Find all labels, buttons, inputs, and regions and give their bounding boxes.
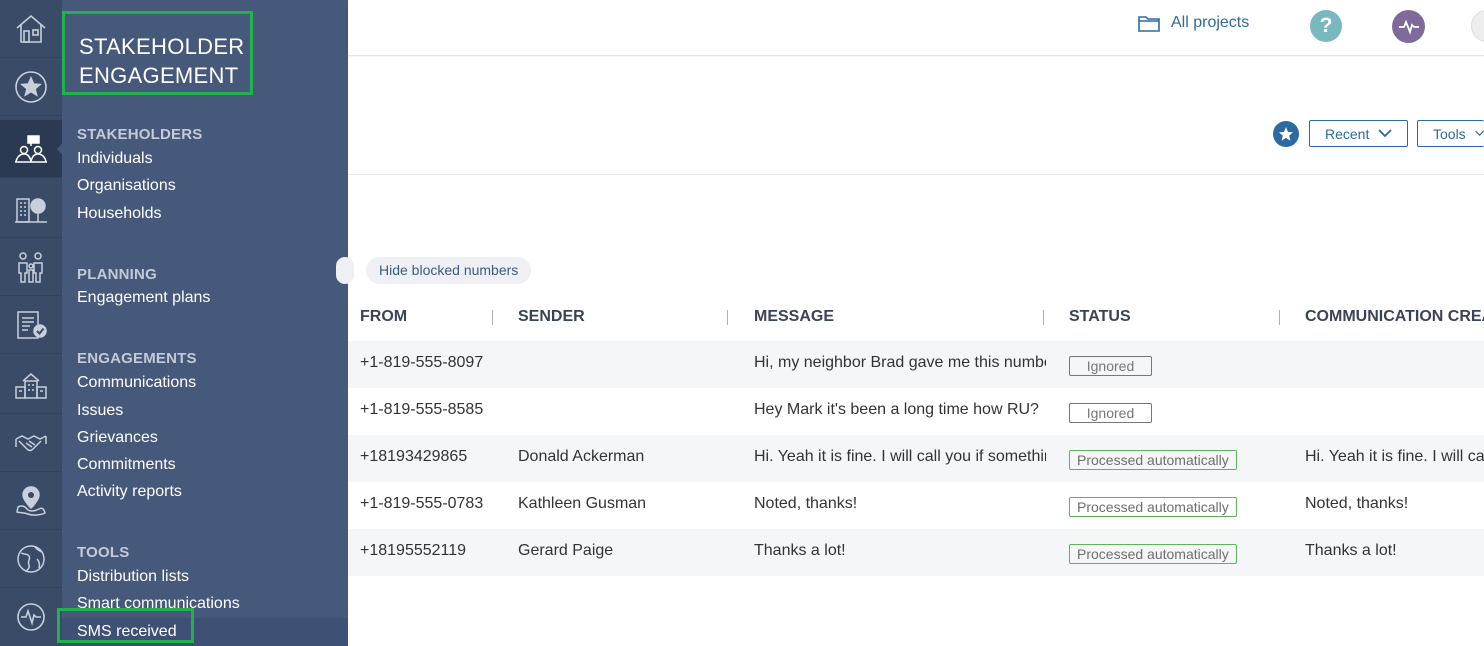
cell-from: +18195552119 <box>360 542 467 559</box>
cell-from: +1-819-555-8097 <box>360 354 484 371</box>
globe-leaf-icon <box>17 544 45 573</box>
all-projects-link[interactable]: All projects <box>1138 14 1249 32</box>
stakeholder-meeting-icon <box>15 134 47 163</box>
column-header-communication-created[interactable]: COMMUNICATION CREAT <box>1305 308 1484 326</box>
nav-item-individuals[interactable]: Individuals <box>77 150 153 168</box>
handshake-icon <box>15 434 47 451</box>
cell-communication: Hi. Yeah it is fine. I will call <box>1305 448 1484 465</box>
cell-communication: Thanks a lot! <box>1305 542 1397 559</box>
status-badge: Ignored <box>1069 356 1152 376</box>
home-rail-button[interactable] <box>0 0 62 58</box>
partnerships-rail-button[interactable] <box>0 414 62 472</box>
module-title-line1: STAKEHOLDER <box>79 34 245 59</box>
icon-rail <box>0 0 63 646</box>
people-rail-button[interactable] <box>0 238 62 296</box>
buildings-tree-icon <box>15 197 47 223</box>
hide-blocked-numbers-chip[interactable]: Hide blocked numbers <box>366 257 532 284</box>
table-row[interactable]: +18195552119 Gerard Paige Thanks a lot! … <box>348 529 1484 576</box>
tools-label: Tools <box>1433 125 1466 142</box>
cell-communication: Noted, thanks! <box>1305 495 1409 512</box>
cell-message: Hi. Yeah it is fine. I will call you if … <box>754 448 1046 465</box>
cell-message: Noted, thanks! <box>754 495 858 512</box>
cell-message: Hi, my neighbor Brad gave me this number <box>754 354 1046 371</box>
community-buildings-icon <box>15 372 47 399</box>
folder-icon <box>1138 16 1160 32</box>
stakeholder-engagement-rail-button[interactable] <box>0 120 63 178</box>
column-header-from[interactable]: FROM <box>360 308 407 326</box>
checklist-rail-button[interactable] <box>0 296 62 354</box>
column-header-status[interactable]: STATUS <box>1069 308 1131 326</box>
nav-item-organisations[interactable]: Organisations <box>77 177 176 195</box>
table-row[interactable]: +1-819-555-0783 Kathleen Gusman Noted, t… <box>348 482 1484 529</box>
column-resizer[interactable] <box>1043 310 1044 325</box>
status-badge: Processed automatically <box>1069 497 1237 517</box>
tools-dropdown[interactable]: Tools <box>1417 120 1484 147</box>
cell-from: +18193429865 <box>360 448 468 465</box>
nav-item-grievances[interactable]: Grievances <box>77 429 158 447</box>
page-header <box>348 57 1484 175</box>
table-row[interactable]: +18193429865 Donald Ackerman Hi. Yeah it… <box>348 435 1484 482</box>
recent-label: Recent <box>1325 125 1370 142</box>
nav-section-engagements: ENGAGEMENTS <box>77 350 197 367</box>
house-icon <box>16 14 46 43</box>
column-resizer[interactable] <box>492 310 493 325</box>
cell-from: +1-819-555-8585 <box>360 401 484 418</box>
filter-chip-partial[interactable] <box>336 257 354 284</box>
cell-message: Thanks a lot! <box>754 542 846 559</box>
column-resizer[interactable] <box>1279 310 1280 325</box>
cell-sender: Donald Ackerman <box>518 448 645 465</box>
nav-section-planning: PLANNING <box>77 266 157 283</box>
nav-item-engagement-plans[interactable]: Engagement plans <box>77 289 210 307</box>
nav-item-activity-reports[interactable]: Activity reports <box>77 483 182 501</box>
cell-message: Hey Mark it's been a long time how RU? <box>754 401 1039 418</box>
column-header-sender[interactable]: SENDER <box>518 308 585 326</box>
help-button[interactable]: ? <box>1310 10 1342 42</box>
top-bar: All projects ? <box>348 0 1484 56</box>
status-badge: Processed automatically <box>1069 450 1237 470</box>
activity-pulse-icon <box>17 603 45 631</box>
nav-item-issues[interactable]: Issues <box>77 402 123 420</box>
cell-sender: Gerard Paige <box>518 542 614 559</box>
column-resizer[interactable] <box>727 310 728 325</box>
table-header: FROM SENDER MESSAGE STATUS COMMUNICATION… <box>348 300 1484 336</box>
activity-rail-button[interactable] <box>0 588 62 646</box>
checklist-icon <box>17 310 47 339</box>
module-title: STAKEHOLDER ENGAGEMENT <box>62 11 253 95</box>
sms-received-highlight <box>57 608 194 643</box>
column-header-message[interactable]: MESSAGE <box>754 308 834 326</box>
cell-from: +1-819-555-0783 <box>360 495 484 512</box>
cell-sender: Kathleen Gusman <box>518 495 647 512</box>
environment-rail-button[interactable] <box>0 530 62 588</box>
chevron-down-icon <box>1474 130 1484 137</box>
table-row[interactable]: +1-819-555-8097 Hi, my neighbor Brad gav… <box>348 341 1484 388</box>
nav-item-distribution-lists[interactable]: Distribution lists <box>77 568 189 586</box>
pulse-icon <box>1398 19 1419 35</box>
activity-button[interactable] <box>1392 10 1425 43</box>
chevron-down-icon <box>1378 129 1392 138</box>
locations-rail-button[interactable] <box>0 472 62 530</box>
star-icon <box>1279 127 1293 141</box>
table-row[interactable]: +1-819-555-8585 Hey Mark it's been a lon… <box>348 388 1484 435</box>
module-nav-panel: STAKEHOLDER ENGAGEMENT STAKEHOLDERS Indi… <box>62 0 348 646</box>
nav-item-commitments[interactable]: Commitments <box>77 456 176 474</box>
status-badge: Ignored <box>1069 403 1152 423</box>
community-rail-button[interactable] <box>0 356 62 414</box>
status-badge: Processed automatically <box>1069 544 1237 564</box>
recent-dropdown[interactable]: Recent <box>1309 120 1408 147</box>
user-avatar[interactable] <box>1471 10 1484 42</box>
map-pin-icon <box>16 485 46 516</box>
module-title-line2: ENGAGEMENT <box>79 63 239 88</box>
family-icon <box>18 251 43 283</box>
nav-section-tools: TOOLS <box>77 544 130 561</box>
buildings-rail-button[interactable] <box>0 180 62 238</box>
nav-section-stakeholders: STAKEHOLDERS <box>77 126 203 143</box>
favorite-button[interactable] <box>1273 121 1299 147</box>
favorites-rail-button[interactable] <box>0 58 62 116</box>
nav-item-communications[interactable]: Communications <box>77 374 196 392</box>
nav-item-households[interactable]: Households <box>77 205 162 223</box>
star-circle-icon <box>15 70 47 103</box>
all-projects-label: All projects <box>1171 14 1250 31</box>
